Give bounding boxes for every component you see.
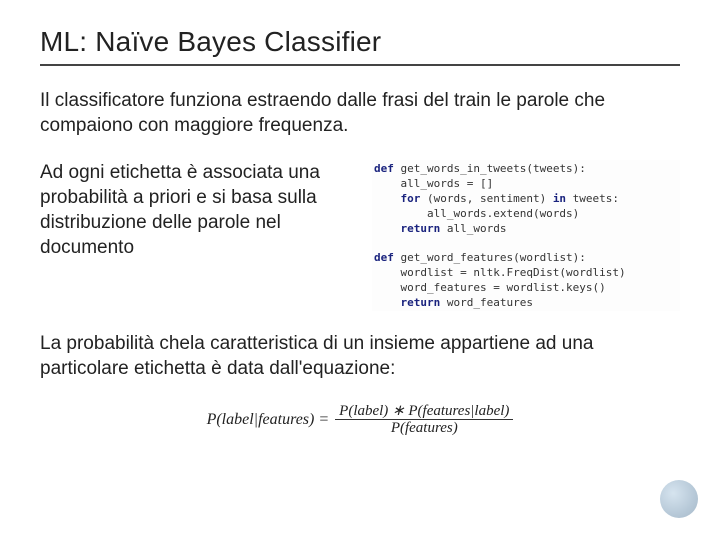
content-row: Ad ogni etichetta è associata una probab… <box>40 160 680 310</box>
equation-lhs: P(label|features) = <box>207 411 330 429</box>
code-text: get_word_features(wordlist): <box>394 251 586 264</box>
code-text: wordlist = nltk.FreqDist(wordlist) <box>374 266 626 279</box>
code-text: word_features <box>440 296 533 309</box>
slide-title: ML: Naïve Bayes Classifier <box>40 26 680 58</box>
code-text: get_words_in_tweets(tweets): <box>394 162 586 175</box>
equation-denominator: P(features) <box>387 420 462 437</box>
keyword-in: in <box>553 192 566 205</box>
code-text: all_words = [] <box>374 177 493 190</box>
equation-numerator: P(label) ∗ P(features|label) <box>335 403 513 420</box>
keyword-def: def <box>374 162 394 175</box>
keyword-for: for <box>374 192 420 205</box>
code-text: (words, sentiment) <box>420 192 552 205</box>
code-text: all_words <box>440 222 506 235</box>
keyword-def: def <box>374 251 394 264</box>
code-text: all_words.extend(words) <box>374 207 579 220</box>
keyword-return: return <box>374 222 440 235</box>
intro-paragraph: Il classificatore funziona estraendo dal… <box>40 88 660 138</box>
slide: ML: Naïve Bayes Classifier Il classifica… <box>0 0 720 540</box>
equation-block: P(label|features) = P(label) ∗ P(feature… <box>40 403 680 437</box>
code-snippet: def get_words_in_tweets(tweets): all_wor… <box>372 160 680 310</box>
prior-paragraph: Ad ogni etichetta è associata una probab… <box>40 160 360 260</box>
title-underline <box>40 64 680 66</box>
keyword-return: return <box>374 296 440 309</box>
decorative-bubble-icon <box>660 480 698 518</box>
code-text: word_features = wordlist.keys() <box>374 281 606 294</box>
equation-fraction: P(label) ∗ P(features|label) P(features) <box>335 403 513 437</box>
equation-intro-paragraph: La probabilità chela caratteristica di u… <box>40 331 660 381</box>
code-text: tweets: <box>566 192 619 205</box>
